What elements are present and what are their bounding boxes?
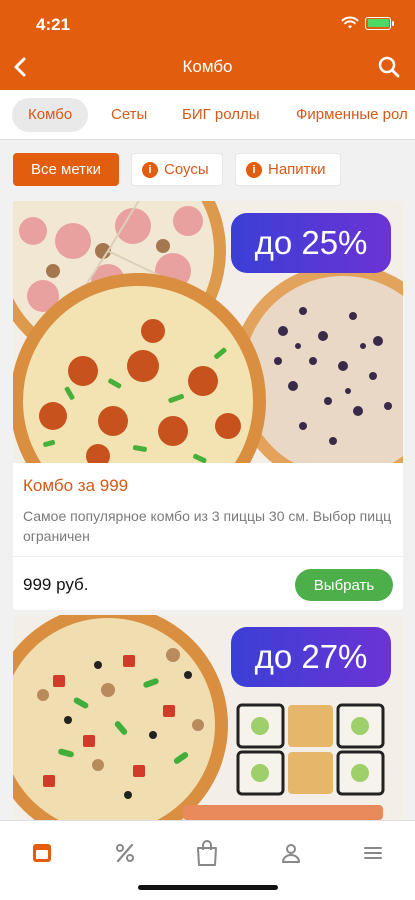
promotions-tab[interactable] xyxy=(107,835,143,871)
filter-all-tags[interactable]: Все метки xyxy=(13,153,119,186)
tab-signature-rolls[interactable]: Фирменные рол xyxy=(280,98,415,132)
info-icon: i xyxy=(142,161,158,178)
tab-combo[interactable]: Комбо xyxy=(12,98,89,132)
discount-badge: до 27% xyxy=(231,627,391,687)
product-card[interactable]: до 25% Комбо за 999 Самое популярное ком… xyxy=(13,201,403,610)
home-indicator xyxy=(138,885,278,890)
menu-icon xyxy=(33,844,51,862)
filter-label: Соусы xyxy=(164,161,209,178)
profile-tab[interactable] xyxy=(273,835,309,871)
product-card[interactable]: до 27% xyxy=(13,615,403,820)
search-button[interactable] xyxy=(375,52,403,82)
product-image: до 27% xyxy=(13,615,403,820)
hamburger-icon xyxy=(364,847,382,859)
filter-label: Напитки xyxy=(268,161,326,178)
app-header: 4:21 Комбо xyxy=(0,0,415,90)
discount-badge: до 25% xyxy=(231,213,391,273)
search-icon xyxy=(378,56,400,78)
percent-icon xyxy=(116,843,134,863)
filter-drinks[interactable]: i Напитки xyxy=(235,153,341,186)
status-time: 4:21 xyxy=(36,15,71,34)
profile-icon xyxy=(282,844,300,863)
product-price: 999 руб. xyxy=(23,575,89,594)
cart-tab[interactable] xyxy=(189,835,225,871)
tab-big-rolls[interactable]: БИГ роллы xyxy=(166,98,276,132)
more-tab[interactable] xyxy=(355,835,391,871)
page-title: Комбо xyxy=(182,57,233,76)
product-footer: 999 руб. Выбрать xyxy=(13,556,403,610)
wifi-icon xyxy=(341,16,359,29)
product-image: до 25% xyxy=(13,201,403,463)
tab-sets[interactable]: Сеты xyxy=(95,98,163,132)
menu-tab[interactable] xyxy=(24,835,60,871)
choose-button[interactable]: Выбрать xyxy=(295,569,393,601)
battery-icon xyxy=(365,16,394,30)
bag-icon xyxy=(197,840,217,866)
filter-sauces[interactable]: i Соусы xyxy=(131,153,223,186)
product-description: Самое популярное комбо из 3 пиццы 30 см.… xyxy=(23,508,392,544)
status-icons xyxy=(341,16,394,30)
info-icon: i xyxy=(246,161,262,178)
category-tabs: Комбо Сеты БИГ роллы Фирменные рол xyxy=(0,90,415,140)
product-title[interactable]: Комбо за 999 xyxy=(13,463,403,496)
filter-label: Все метки xyxy=(31,161,101,178)
